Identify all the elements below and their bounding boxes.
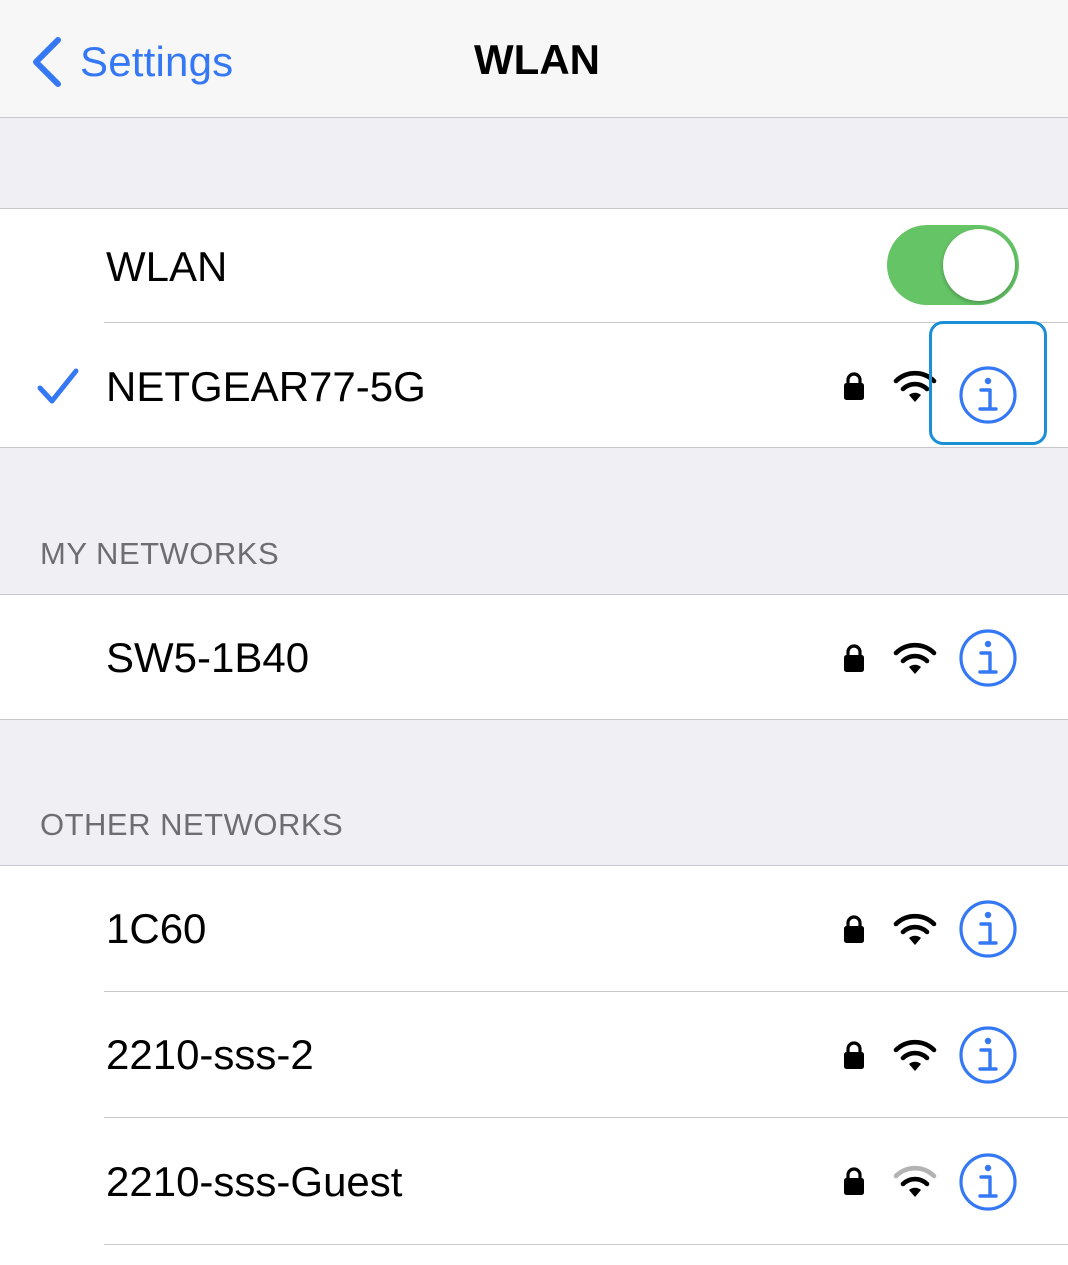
connected-network-name: NETGEAR77-5G [106, 363, 426, 410]
lock-icon [844, 644, 864, 672]
wifi-icon [893, 913, 937, 945]
lock-icon [844, 1041, 864, 1069]
page-title: WLAN [474, 36, 600, 83]
info-icon[interactable] [958, 628, 1018, 688]
network-name: 1C60 [106, 905, 207, 952]
my-networks-header: MY NETWORKS [40, 536, 280, 571]
divider [104, 1244, 1068, 1245]
other-networks-header: OTHER NETWORKS [40, 807, 344, 842]
wlan-toggle-switch[interactable] [887, 225, 1019, 305]
toggle-knob [943, 229, 1015, 301]
wlan-group: WLAN NETGEAR77-5G [0, 208, 1068, 448]
network-name: SW5-1B40 [106, 634, 310, 681]
network-name: 2210-sss-Guest [106, 1158, 403, 1205]
network-row[interactable]: SW5-1B40 [0, 595, 1068, 719]
wlan-toggle-label: WLAN [106, 243, 228, 290]
lock-icon [844, 372, 864, 400]
connected-network-row[interactable]: NETGEAR77-5G [0, 323, 1068, 448]
network-row[interactable]: 1C60 [0, 866, 1068, 991]
info-icon[interactable] [958, 899, 1018, 959]
my-networks-group: SW5-1B40 [0, 594, 1068, 720]
info-button-highlight [929, 321, 1047, 445]
wifi-icon [893, 1165, 937, 1197]
info-icon[interactable] [958, 1025, 1018, 1085]
wifi-icon [893, 1039, 937, 1071]
wlan-toggle-row: WLAN [0, 209, 1068, 322]
lock-icon [844, 1167, 864, 1195]
navigation-bar: Settings WLAN [0, 0, 1068, 118]
lock-icon [844, 915, 864, 943]
checkmark-icon [37, 368, 79, 404]
network-row[interactable]: 2210-sss-2 [0, 992, 1068, 1117]
wifi-icon [893, 642, 937, 674]
other-networks-group: 1C60 2210-sss-2 2210-sss-Guest [0, 865, 1068, 1265]
info-icon[interactable] [958, 1152, 1018, 1212]
network-name: 2210-sss-2 [106, 1031, 314, 1078]
network-row[interactable]: 2210-sss-Guest [0, 1118, 1068, 1244]
